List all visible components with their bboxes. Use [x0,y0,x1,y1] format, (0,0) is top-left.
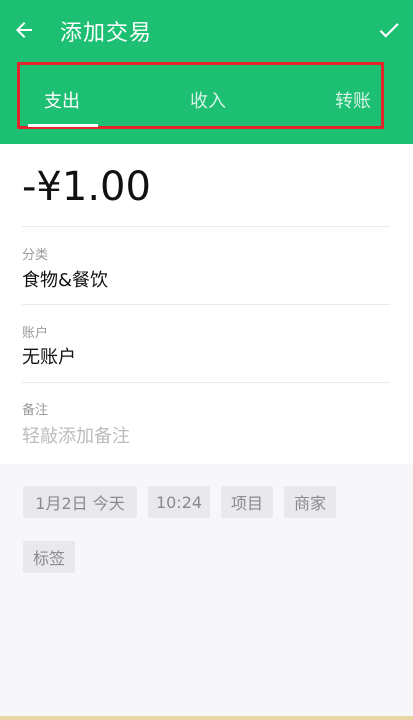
merchant-chip[interactable]: 商家 [284,486,336,518]
note-label: 备注 [22,403,49,418]
arrow-back-icon [16,22,32,38]
page-title: 添加交易 [60,21,153,46]
note-input[interactable]: 轻敲添加备注 [22,422,130,448]
amount-display[interactable]: -¥1.00 [22,164,151,210]
category-value[interactable]: 食物&餐饮 [22,266,108,292]
transaction-type-tabs: 支出 收入 转账 [17,62,384,129]
back-button[interactable] [10,16,38,44]
divider [22,226,390,227]
date-chip[interactable]: 1月2日 今天 [23,486,137,518]
project-chip[interactable]: 项目 [221,486,273,518]
check-icon [379,23,399,38]
top-app-bar: 添加交易 支出 收入 转账 [0,0,413,144]
confirm-button[interactable] [375,16,403,44]
divider [22,382,390,383]
tab-income[interactable]: 收入 [190,87,226,113]
divider [22,304,390,305]
bottom-edge [0,716,413,720]
transaction-form: -¥1.00 分类 食物&餐饮 账户 无账户 备注 轻敲添加备注 [0,144,413,464]
account-label: 账户 [22,326,49,341]
tab-expense[interactable]: 支出 [44,87,80,113]
active-tab-indicator [28,124,98,127]
category-label: 分类 [22,248,49,263]
tab-transfer[interactable]: 转账 [335,87,371,113]
account-value[interactable]: 无账户 [22,343,76,369]
tag-chip[interactable]: 标签 [23,541,75,573]
time-chip[interactable]: 10:24 [148,486,210,518]
